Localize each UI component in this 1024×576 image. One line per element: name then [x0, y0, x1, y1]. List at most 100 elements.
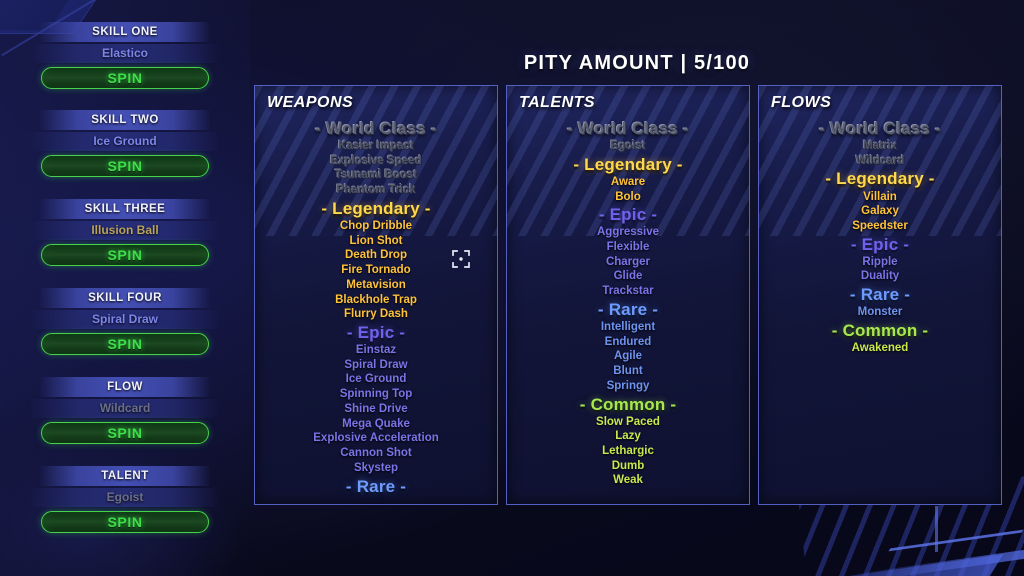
rarity-group: - Rare - Monster	[765, 285, 995, 320]
rarity-item: Chop Dribble	[339, 219, 413, 232]
rarity-item: Fire Tornado	[341, 264, 411, 277]
spin-button[interactable]: SPIN	[41, 244, 209, 266]
rarity-item: Egoist	[610, 140, 646, 153]
corner-decoration-bottom-right-3	[888, 529, 1024, 552]
rarity-item: Mega Quake	[342, 417, 410, 430]
rarity-heading: - Epic -	[346, 323, 406, 342]
rarity-group: - World Class - Kasier Impact Explosive Sp…	[261, 119, 491, 198]
rarity-heading: - World Class -	[567, 119, 689, 138]
spin-button[interactable]: SPIN	[41, 67, 209, 89]
rarity-item: Aggressive	[596, 226, 659, 239]
rarity-item: Monster	[857, 306, 903, 319]
spin-button[interactable]: SPIN	[41, 155, 209, 177]
spin-slot-title: SKILL THREE	[40, 199, 210, 219]
rarity-group: - Common - Awakened	[765, 321, 995, 356]
rarity-item: Agile	[613, 350, 643, 363]
rarity-group: - Epic - Ripple Duality	[765, 235, 995, 284]
spin-slot: SKILL THREE Illusion Ball SPIN	[0, 199, 250, 266]
rarity-item: Explosive Acceleration	[313, 432, 439, 445]
panel-content: - World Class - Egoist - Legendary - Aware B…	[507, 114, 749, 502]
rarity-heading: - Epic -	[598, 205, 658, 225]
rarity-heading: - Rare -	[345, 476, 407, 496]
rarity-item: Lion Shot	[349, 234, 403, 247]
rarity-item: Ripple	[862, 255, 898, 268]
rarity-item: Lethargic	[602, 445, 654, 458]
rarity-item: Duality	[860, 270, 900, 283]
rarity-panels: WEAPONS - World Class - Kasier Impact Explo…	[250, 85, 1024, 505]
rarity-item: Speedster	[852, 219, 908, 232]
rarity-item: Explosive Speed	[330, 154, 422, 167]
spin-slot: SKILL FOUR Spiral Draw SPIN	[0, 288, 250, 355]
rarity-item: Trackstar	[602, 285, 654, 298]
rarity-item: Endured	[604, 335, 652, 348]
rarity-group: - Epic - Aggressive Flexible Charger Glide Tr…	[513, 205, 743, 299]
panel-title: WEAPONS	[267, 94, 354, 111]
spin-slot-value: Wildcard	[30, 399, 220, 418]
rarity-heading: - Common -	[831, 320, 929, 340]
spin-slot: FLOW Wildcard SPIN	[0, 377, 250, 444]
spin-slot-value: Egoist	[30, 488, 220, 507]
spin-slot-title: SKILL ONE	[40, 22, 210, 42]
rarity-item: Einstaz	[355, 344, 397, 357]
rarity-heading: - Common -	[579, 394, 677, 414]
rarity-item: Springy	[606, 379, 650, 392]
rarity-heading: - Epic -	[850, 234, 910, 254]
rarity-item: Dumb	[611, 459, 645, 472]
rarity-item: Spinning Top	[339, 388, 413, 401]
rarity-group: - World Class - Egoist	[513, 119, 743, 154]
rarity-item: Charger	[605, 255, 651, 268]
rarity-heading: - Legendary -	[573, 154, 683, 174]
rarity-item: Awakened	[851, 341, 909, 354]
spin-button[interactable]: SPIN	[41, 333, 209, 355]
rarity-group: - Rare -	[261, 477, 491, 497]
rarity-item: Aware	[610, 175, 646, 188]
rarity-group: - World Class - Matrix Wildcard	[765, 119, 995, 168]
rarity-item: Intelligent	[600, 320, 656, 333]
rarity-group: - Legendary - Aware Bolo	[513, 155, 743, 204]
panel-content: - World Class - Matrix Wildcard - Legendary…	[759, 114, 1001, 502]
panel-title: TALENTS	[519, 94, 596, 111]
spin-slot-value: Elastico	[30, 44, 220, 63]
rarity-item: Cannon Shot	[340, 447, 412, 460]
spin-slot-title: SKILL TWO	[40, 110, 210, 130]
rarity-panel: WEAPONS - World Class - Kasier Impact Explo…	[254, 85, 498, 505]
rarity-heading: - Legendary -	[825, 169, 935, 189]
rarity-group: - Legendary - Villain Galaxy Speedster	[765, 169, 995, 233]
spin-slot-value: Spiral Draw	[30, 310, 220, 329]
rarity-item: Villain	[863, 190, 897, 203]
rarity-panel: TALENTS - World Class - Egoist - Legendary …	[506, 85, 750, 505]
rarity-item: Slow Paced	[596, 415, 660, 428]
rarity-item: Flurry Dash	[344, 308, 408, 321]
spin-slot: TALENT Egoist SPIN	[0, 466, 250, 533]
rarity-item: Skystep	[353, 461, 399, 474]
corner-decoration-bottom-right-1	[734, 554, 1004, 576]
spin-slot-title: SKILL FOUR	[40, 288, 210, 308]
rarity-item: Kasier Impact	[338, 140, 414, 153]
corner-decoration-bottom-right-2	[851, 546, 1024, 576]
spin-button[interactable]: SPIN	[41, 511, 209, 533]
rarity-item: Bolo	[615, 190, 641, 203]
rarity-item: Ice Ground	[345, 373, 407, 386]
spin-slot-title: FLOW	[40, 377, 210, 397]
rarity-item: Wildcard	[855, 154, 905, 167]
rarity-item: Glide	[613, 270, 643, 283]
rarity-item: Lazy	[615, 430, 641, 443]
rarity-item: Blunt	[613, 365, 643, 378]
spin-slot: SKILL TWO Ice Ground SPIN	[0, 110, 250, 177]
rarity-item: Blackhole Trap	[335, 293, 417, 306]
spin-sidebar: SKILL ONE Elastico SPIN SKILL TWO Ice Ground…	[0, 0, 250, 576]
rarity-item: Phantom Trick	[336, 184, 416, 197]
rarity-item: Spiral Draw	[344, 358, 408, 371]
spin-slot: SKILL ONE Elastico SPIN	[0, 22, 250, 89]
rarity-heading: - World Class -	[315, 119, 437, 138]
app-root: SKILL ONE Elastico SPIN SKILL TWO Ice Ground…	[0, 0, 1024, 576]
rarity-group: - Epic - Einstaz Spiral Draw Ice Ground Spin…	[261, 323, 491, 476]
rarity-item: Weak	[613, 474, 643, 487]
spin-slot-value: Ice Ground	[30, 132, 220, 151]
rarity-heading: - Legendary -	[321, 198, 431, 218]
rarity-group: - Rare - Intelligent Endured Agile Blunt Spri…	[513, 300, 743, 394]
rarity-heading: - World Class -	[819, 119, 941, 138]
spin-button[interactable]: SPIN	[41, 422, 209, 444]
rarity-group: - Legendary - Chop Dribble Lion Shot Death …	[261, 199, 491, 322]
rarity-item: Flexible	[606, 241, 650, 254]
